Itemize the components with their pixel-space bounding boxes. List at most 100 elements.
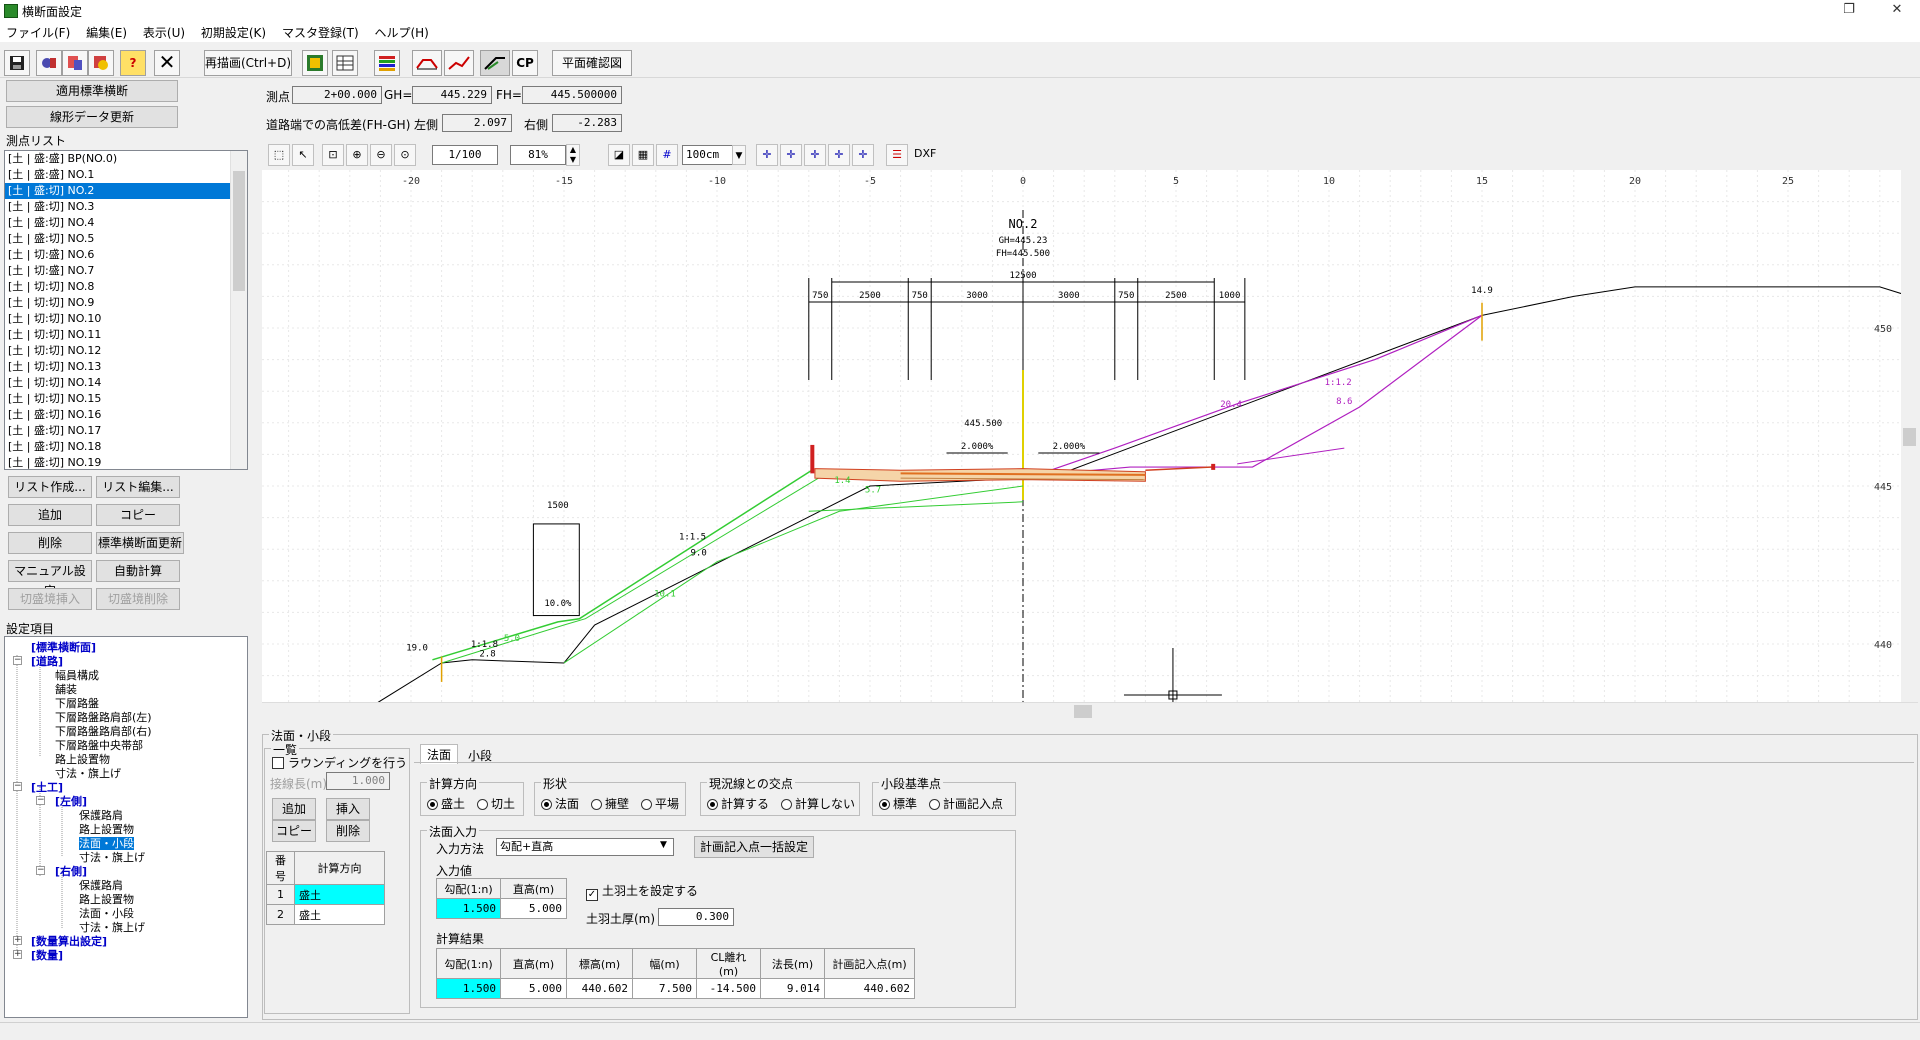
tree-right[interactable]: [右側] [55, 865, 87, 878]
tree-lower-right[interactable]: 下層路盤路肩部(右) [55, 725, 152, 738]
list-item[interactable]: [土 | 盛:盛] NO.1 [5, 167, 247, 183]
make-list-button[interactable]: リスト作成... [8, 476, 92, 498]
input-table[interactable]: 勾配(1:n) 直高(m) 1.500 5.000 [436, 878, 567, 919]
list-item[interactable]: [土 | 盛:切] NO.5 [5, 231, 247, 247]
tree-guard-left[interactable]: 保護路肩 [79, 809, 123, 822]
table-row[interactable]: 1.500 5.000 [436, 898, 567, 919]
plan-check-button[interactable]: 平面確認図 [552, 50, 632, 76]
chevron-down-icon[interactable]: ▼ [732, 145, 746, 165]
tree-expander-icon[interactable]: − [13, 782, 22, 791]
canvas-horizontal-scrollbar[interactable] [262, 702, 1918, 719]
menu-init[interactable]: 初期設定(K) [195, 22, 272, 43]
table-row[interactable]: 2 盛土 [266, 904, 385, 925]
list-item[interactable]: [土 | 切:盛] NO.6 [5, 247, 247, 263]
zoom-fit-icon[interactable]: ⊙ [394, 144, 416, 166]
tool-2-icon[interactable] [62, 50, 88, 76]
color-icon[interactable] [374, 50, 400, 76]
point-tool-1-icon[interactable]: ✛ [756, 144, 778, 166]
tree-expander-icon[interactable]: + [13, 950, 22, 959]
manual-set-button[interactable]: マニュアル設定 [8, 560, 92, 598]
tab-slope[interactable]: 法面 [420, 744, 459, 764]
list-item[interactable]: [土 | 切:切] NO.13 [5, 359, 247, 375]
slope-delete-button[interactable]: 削除 [326, 820, 370, 842]
measure-icon[interactable]: ☰ [886, 144, 908, 166]
list-item[interactable]: [土 | 盛:切] NO.16 [5, 407, 247, 423]
tree-expander-icon[interactable]: − [36, 866, 45, 875]
tree-width[interactable]: 幅員構成 [55, 669, 99, 682]
point-list[interactable]: [土 | 盛:盛] BP(NO.0) [土 | 盛:盛] NO.1 [土 | 盛:切… [4, 150, 248, 470]
table-row[interactable]: 1 盛土 [266, 884, 385, 905]
close-icon[interactable]: ✕ [154, 50, 180, 76]
tool-3-icon[interactable] [88, 50, 114, 76]
slope-insert-button[interactable]: 挿入 [326, 798, 370, 820]
std-radio[interactable]: 標準 [879, 795, 917, 812]
dxf-button[interactable]: DXF [914, 144, 936, 166]
calc-radio[interactable]: 計算する [707, 795, 769, 812]
nocalc-radio[interactable]: 計算しない [781, 795, 855, 812]
fill-radio[interactable]: 盛土 [427, 795, 465, 812]
shape-flat-radio[interactable]: 平場 [641, 795, 679, 812]
menu-view[interactable]: 表示(U) [137, 22, 191, 43]
list-item[interactable]: [土 | 切:切] NO.9 [5, 295, 247, 311]
menu-help[interactable]: ヘルプ(H) [368, 22, 434, 43]
cut-insert-button[interactable]: 切盛境挿入 [8, 588, 92, 610]
slope-icon[interactable] [480, 50, 510, 76]
cut-radio[interactable]: 切土 [477, 795, 515, 812]
save-icon[interactable] [4, 50, 30, 76]
list-item[interactable]: [土 | 切:切] NO.10 [5, 311, 247, 327]
fill-icon[interactable]: ◪ [608, 144, 630, 166]
delete-point-button[interactable]: 削除 [8, 532, 92, 554]
list-item[interactable]: [土 | 盛:切] NO.3 [5, 199, 247, 215]
tree-qty[interactable]: [数量] [31, 949, 63, 962]
tree-dim-left[interactable]: 寸法・旗上げ [79, 851, 145, 864]
canvas-vertical-scrollbar[interactable] [1901, 170, 1918, 702]
tree-dim-right[interactable]: 寸法・旗上げ [79, 921, 145, 934]
list-item[interactable]: [土 | 切:盛] NO.7 [5, 263, 247, 279]
point-tool-5-icon[interactable]: ✛ [852, 144, 874, 166]
slope-add-button[interactable]: 追加 [272, 798, 316, 820]
menu-edit[interactable]: 編集(E) [80, 22, 133, 43]
tree-pavement[interactable]: 舗装 [55, 683, 77, 696]
cross-section-icon[interactable] [412, 50, 442, 76]
copy-point-button[interactable]: コピー [96, 504, 180, 526]
shape-slope-radio[interactable]: 法面 [541, 795, 579, 812]
zoom-spinner-icon[interactable]: ▲ ▼ [566, 144, 580, 166]
cross-section-canvas[interactable]: -20 -15 -10 -5 0 5 10 15 20 25 450 445 440 12500 750 25… [257, 170, 1911, 740]
tree-expander-icon[interactable]: + [13, 936, 22, 945]
cut-delete-button[interactable]: 切盛境削除 [96, 588, 180, 610]
list-item[interactable]: [土 | 切:切] NO.14 [5, 375, 247, 391]
zoom-in-icon[interactable]: ⊕ [346, 144, 368, 166]
point-tool-3-icon[interactable]: ✛ [804, 144, 826, 166]
tree-dim[interactable]: 寸法・旗上げ [55, 767, 121, 780]
tree-lower-left[interactable]: 下層路盤路肩部(左) [55, 711, 152, 724]
edit-list-button[interactable]: リスト編集... [96, 476, 180, 498]
slope-copy-button[interactable]: コピー [272, 820, 316, 842]
slope-list-table[interactable]: 番号 計算方向 1 盛土 2 盛土 [266, 851, 385, 925]
list-item[interactable]: [土 | 盛:切] NO.18 [5, 439, 247, 455]
point-tool-4-icon[interactable]: ✛ [828, 144, 850, 166]
tree-earth[interactable]: [土工] [31, 781, 63, 794]
tree-fixture-left[interactable]: 路上設置物 [79, 823, 134, 836]
select-area-icon[interactable]: ⬚ [268, 144, 290, 166]
profile-icon[interactable] [444, 50, 474, 76]
pattern-icon[interactable]: ▦ [632, 144, 654, 166]
chevron-down-icon[interactable]: ▼ [660, 840, 667, 850]
list-item[interactable]: [土 | 盛:盛] BP(NO.0) [5, 151, 247, 167]
maximize-button[interactable]: ❐ [1826, 0, 1872, 22]
tree-lower[interactable]: 下層路盤 [55, 697, 99, 710]
list-item[interactable]: [土 | 切:切] NO.12 [5, 343, 247, 359]
tool-1-icon[interactable] [36, 50, 62, 76]
tree-guard-right[interactable]: 保護路肩 [79, 879, 123, 892]
topsoil-checkbox[interactable]: ✓ 土羽土を設定する [586, 882, 698, 901]
input-method-select[interactable]: 勾配+直高 [496, 838, 674, 856]
update-line-button[interactable]: 線形データ更新 [6, 106, 178, 128]
auto-calc-button[interactable]: 自動計算 [96, 560, 180, 582]
tree-slope-left[interactable]: 法面・小段 [79, 837, 134, 850]
list-item[interactable]: [土 | 切:切] NO.11 [5, 327, 247, 343]
menu-file[interactable]: ファイル(F) [0, 22, 76, 43]
tree-road-fixture[interactable]: 路上設置物 [55, 753, 110, 766]
pointer-icon[interactable]: ↖ [292, 144, 314, 166]
plan-pt-radio[interactable]: 計画記入点 [929, 795, 1003, 812]
tree-road[interactable]: [道路] [31, 655, 63, 668]
rounding-checkbox[interactable]: ラウンディングを行う [272, 754, 407, 771]
